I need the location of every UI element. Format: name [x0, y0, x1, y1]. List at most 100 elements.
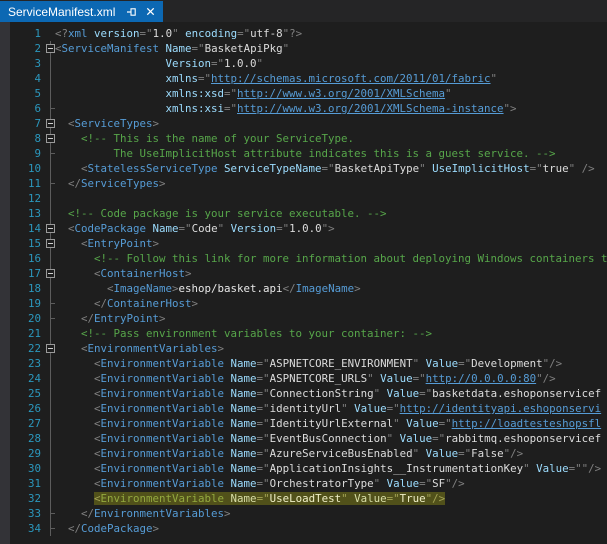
code-line[interactable]: 32 <EnvironmentVariable Name="UseLoadTes… [0, 491, 607, 506]
code-line[interactable]: 12 [0, 191, 607, 206]
code-text: <EnvironmentVariable Name="ConnectionStr… [55, 386, 607, 401]
code-line[interactable]: 18 <ImageName>eshop/basket.api</ImageNam… [0, 281, 607, 296]
fold-collapse-button[interactable] [46, 239, 55, 248]
highlight-marker: <EnvironmentVariable Name="UseLoadTest" … [94, 492, 445, 505]
code-line[interactable]: 26 <EnvironmentVariable Name="identityUr… [0, 401, 607, 416]
fold-margin [46, 356, 55, 371]
code-text: <ServiceTypes> [55, 116, 607, 131]
code-line[interactable]: 28 <EnvironmentVariable Name="EventBusCo… [0, 431, 607, 446]
code-text: <EnvironmentVariable Name="AzureServiceB… [55, 446, 607, 461]
code-text: <EnvironmentVariable Name="IdentityUrlEx… [55, 416, 607, 431]
code-text: <EnvironmentVariable Name="ASPNETCORE_EN… [55, 356, 607, 371]
code-text: <ContainerHost> [55, 266, 607, 281]
fold-margin [46, 131, 55, 146]
fold-margin [46, 491, 55, 506]
fold-margin [46, 506, 55, 521]
fold-margin [46, 71, 55, 86]
code-text: <ServiceManifest Name="BasketApiPkg" [55, 41, 607, 56]
code-line[interactable]: 27 <EnvironmentVariable Name="IdentityUr… [0, 416, 607, 431]
code-text: <!-- This is the name of your ServiceTyp… [55, 131, 607, 146]
fold-collapse-button[interactable] [46, 344, 55, 353]
code-text: <StatelessServiceType ServiceTypeName="B… [55, 161, 607, 176]
fold-margin [46, 416, 55, 431]
fold-margin [46, 221, 55, 236]
code-text: <?xml version="1.0" encoding="utf-8"?> [55, 26, 607, 41]
code-line[interactable]: 3 Version="1.0.0" [0, 56, 607, 71]
code-line[interactable]: 6 xmlns:xsi="http://www.w3.org/2001/XMLS… [0, 101, 607, 116]
code-line[interactable]: 19 </ContainerHost> [0, 296, 607, 311]
fold-margin [46, 26, 55, 41]
code-text: xmlns="http://schemas.microsoft.com/2011… [55, 71, 607, 86]
code-line[interactable]: 30 <EnvironmentVariable Name="Applicatio… [0, 461, 607, 476]
code-line[interactable]: 24 <EnvironmentVariable Name="ASPNETCORE… [0, 371, 607, 386]
code-text: xmlns:xsd="http://www.w3.org/2001/XMLSch… [55, 86, 607, 101]
code-line[interactable]: 20 </EntryPoint> [0, 311, 607, 326]
code-line[interactable]: 9 The UseImplicitHost attribute indicate… [0, 146, 607, 161]
code-line[interactable]: 29 <EnvironmentVariable Name="AzureServi… [0, 446, 607, 461]
code-text: The UseImplicitHost attribute indicates … [55, 146, 607, 161]
code-text: <EnvironmentVariable Name="EventBusConne… [55, 431, 607, 446]
fold-margin [46, 446, 55, 461]
code-line[interactable]: 21 <!-- Pass environment variables to yo… [0, 326, 607, 341]
fold-collapse-button[interactable] [46, 44, 55, 53]
code-line[interactable]: 15 <EntryPoint> [0, 236, 607, 251]
code-editor: 1<?xml version="1.0" encoding="utf-8"?>2… [0, 22, 607, 544]
code-line[interactable]: 13 <!-- Code package is your service exe… [0, 206, 607, 221]
tab-bar: ServiceManifest.xml [0, 0, 607, 22]
fold-margin [46, 401, 55, 416]
code-line[interactable]: 4 xmlns="http://schemas.microsoft.com/20… [0, 71, 607, 86]
code-text: <EnvironmentVariable Name="UseLoadTest" … [55, 491, 607, 506]
code-line[interactable]: 31 <EnvironmentVariable Name="Orchestrat… [0, 476, 607, 491]
code-line[interactable]: 5 xmlns:xsd="http://www.w3.org/2001/XMLS… [0, 86, 607, 101]
code-line[interactable]: 10 <StatelessServiceType ServiceTypeName… [0, 161, 607, 176]
code-text: <EnvironmentVariable Name="identityUrl" … [55, 401, 607, 416]
fold-margin [46, 251, 55, 266]
close-icon[interactable] [144, 5, 157, 18]
fold-collapse-button[interactable] [46, 134, 55, 143]
code-line[interactable]: 1<?xml version="1.0" encoding="utf-8"?> [0, 26, 607, 41]
code-text: </EnvironmentVariables> [55, 506, 607, 521]
fold-margin [46, 431, 55, 446]
tab-servicemanifest[interactable]: ServiceManifest.xml [0, 1, 163, 22]
code-text: <!-- Code package is your service execut… [55, 206, 607, 221]
code-line[interactable]: 23 <EnvironmentVariable Name="ASPNETCORE… [0, 356, 607, 371]
code-text: <EnvironmentVariable Name="ASPNETCORE_UR… [55, 371, 607, 386]
fold-margin [46, 476, 55, 491]
fold-margin [46, 236, 55, 251]
fold-margin [46, 206, 55, 221]
code-text: <!-- Follow this link for more informati… [55, 251, 607, 266]
code-line[interactable]: 25 <EnvironmentVariable Name="Connection… [0, 386, 607, 401]
code-text: Version="1.0.0" [55, 56, 607, 71]
code-text: <EnvironmentVariables> [55, 341, 607, 356]
fold-margin [46, 281, 55, 296]
code-line[interactable]: 8 <!-- This is the name of your ServiceT… [0, 131, 607, 146]
code-text: <!-- Pass environment variables to your … [55, 326, 607, 341]
pin-icon[interactable] [125, 5, 138, 18]
fold-margin [46, 116, 55, 131]
fold-margin [46, 101, 55, 116]
fold-margin [46, 296, 55, 311]
fold-margin [46, 176, 55, 191]
fold-margin [46, 56, 55, 71]
fold-collapse-button[interactable] [46, 119, 55, 128]
code-line[interactable]: 2<ServiceManifest Name="BasketApiPkg" [0, 41, 607, 56]
fold-collapse-button[interactable] [46, 269, 55, 278]
fold-collapse-button[interactable] [46, 224, 55, 233]
code-line[interactable]: 11 </ServiceTypes> [0, 176, 607, 191]
fold-margin [46, 86, 55, 101]
code-line[interactable]: 14 <CodePackage Name="Code" Version="1.0… [0, 221, 607, 236]
code-line[interactable]: 16 <!-- Follow this link for more inform… [0, 251, 607, 266]
code-line[interactable]: 17 <ContainerHost> [0, 266, 607, 281]
code-line[interactable]: 7 <ServiceTypes> [0, 116, 607, 131]
code-line[interactable]: 33 </EnvironmentVariables> [0, 506, 607, 521]
fold-margin [46, 386, 55, 401]
fold-margin [46, 266, 55, 281]
code-line[interactable]: 34 </CodePackage> [0, 521, 607, 536]
code-text: </ServiceTypes> [55, 176, 607, 191]
code-text [55, 191, 607, 206]
code-text: <EntryPoint> [55, 236, 607, 251]
code-line[interactable]: 22 <EnvironmentVariables> [0, 341, 607, 356]
code-area: 1<?xml version="1.0" encoding="utf-8"?>2… [0, 26, 607, 536]
code-text: </EntryPoint> [55, 311, 607, 326]
fold-margin [46, 341, 55, 356]
